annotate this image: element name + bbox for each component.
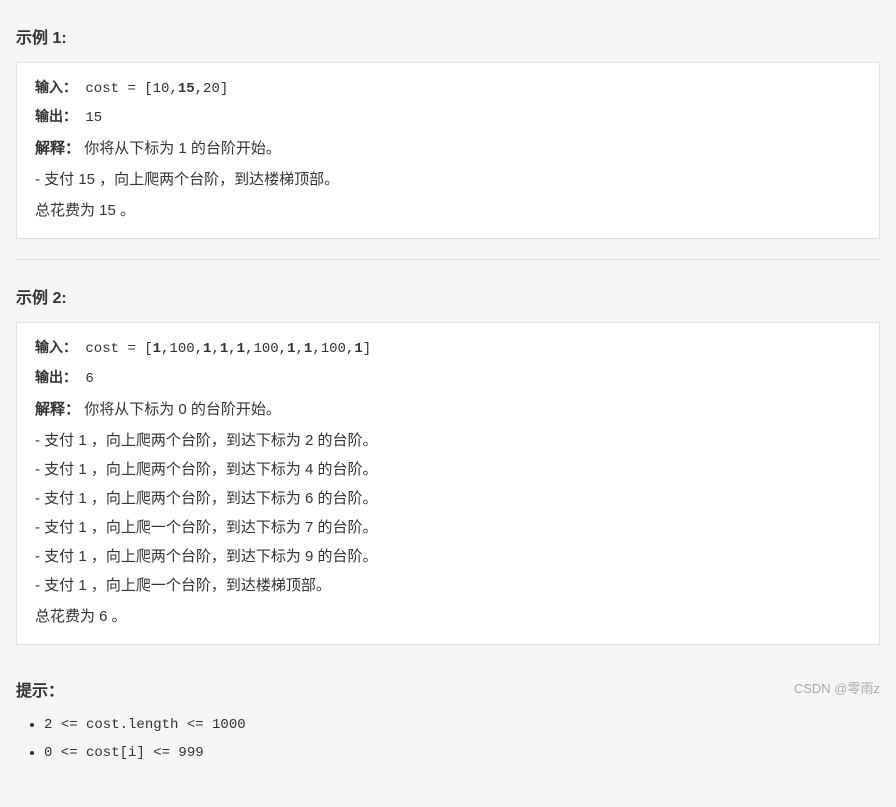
example2-explain-label: 解释： [35,401,80,418]
example2-detail3-text: - 支付 1 ，向上爬两个台阶，到达下标为 6 的台阶。 [35,490,378,507]
example2-input-code: cost = [1,100,1,1,1,100,1,1,100,1] [85,341,371,357]
hints-title-text: 提示： [16,683,64,700]
example1-input-code: cost = [10,15,20] [85,81,228,97]
example2-detail2: - 支付 1 ，向上爬两个台阶，到达下标为 4 的台阶。 [35,456,861,483]
example2-explain-line: 解释： 你将从下标为 0 的台阶开始。 [35,396,861,423]
example1-output-value: 15 [85,110,102,126]
example2-detail4: - 支付 1 ，向上爬一个台阶，到达下标为 7 的台阶。 [35,514,861,541]
hint-item1: 2 <= cost.length <= 1000 [44,711,880,739]
example1-total: 总花费为 15 。 [35,197,861,224]
example2-section: 示例 2: 输入： cost = [1,100,1,1,1,100,1,1,10… [16,276,880,644]
example1-total-text: 总花费为 15 。 [35,202,135,219]
example2-box: 输入： cost = [1,100,1,1,1,100,1,1,100,1] 输… [16,322,880,644]
example1-box: 输入： cost = [10,15,20] 输出： 15 解释： 你将从下标为 … [16,62,880,239]
example2-title: 示例 2: [16,276,880,316]
example1-title-text: 示例 1: [16,30,67,47]
example2-detail4-text: - 支付 1 ，向上爬一个台阶，到达下标为 7 的台阶。 [35,519,378,536]
example2-input-line: 输入： cost = [1,100,1,1,1,100,1,1,100,1] [35,337,861,362]
example2-detail2-text: - 支付 1 ，向上爬两个台阶，到达下标为 4 的台阶。 [35,461,378,478]
watermark-text: CSDN @零雨z [794,681,880,696]
example1-section: 示例 1: 输入： cost = [10,15,20] 输出： 15 解释： 你… [16,16,880,239]
example1-explain-label: 解释： [35,140,80,157]
hints-section: 提示： 2 <= cost.length <= 1000 0 <= cost[i… [16,669,880,767]
example1-input-label: 输入： [35,81,77,97]
example2-detail1: - 支付 1 ，向上爬两个台阶，到达下标为 2 的台阶。 [35,427,861,454]
example2-detail5: - 支付 1 ，向上爬两个台阶，到达下标为 9 的台阶。 [35,543,861,570]
example1-explain-text: 你将从下标为 1 的台阶开始。 [84,140,281,157]
watermark: CSDN @零雨z [794,678,880,697]
example2-title-text: 示例 2: [16,290,67,307]
example2-detail6-text: - 支付 1 ，向上爬一个台阶，到达楼梯顶部。 [35,577,331,594]
example2-output-label: 输出： [35,371,77,387]
example2-detail6: - 支付 1 ，向上爬一个台阶，到达楼梯顶部。 [35,572,861,599]
example2-output-line: 输出： 6 [35,367,861,392]
example2-detail3: - 支付 1 ，向上爬两个台阶，到达下标为 6 的台阶。 [35,485,861,512]
hint-item2-text: 0 <= cost[i] <= 999 [44,745,204,761]
example2-explain-text: 你将从下标为 0 的台阶开始。 [84,401,281,418]
example1-output-label: 输出： [35,110,77,126]
example1-explain-line: 解释： 你将从下标为 1 的台阶开始。 [35,135,861,162]
example1-detail1: - 支付 15 ，向上爬两个台阶，到达楼梯顶部。 [35,166,861,193]
example2-total: 总花费为 6 。 [35,603,861,630]
example1-title: 示例 1: [16,16,880,56]
page-container: 示例 1: 输入： cost = [10,15,20] 输出： 15 解释： 你… [0,0,896,807]
hint-item2: 0 <= cost[i] <= 999 [44,739,880,767]
example1-input-line: 输入： cost = [10,15,20] [35,77,861,102]
example2-input-label: 输入： [35,341,77,357]
example2-detail5-text: - 支付 1 ，向上爬两个台阶，到达下标为 9 的台阶。 [35,548,378,565]
example2-detail1-text: - 支付 1 ，向上爬两个台阶，到达下标为 2 的台阶。 [35,432,378,449]
example1-output-line: 输出： 15 [35,106,861,131]
hint-item1-text: 2 <= cost.length <= 1000 [44,717,246,733]
example2-output-value: 6 [85,371,93,387]
hints-title: 提示： [16,677,880,701]
example2-total-text: 总花费为 6 。 [35,608,127,625]
hints-list: 2 <= cost.length <= 1000 0 <= cost[i] <=… [16,711,880,767]
divider1 [16,259,880,260]
example1-detail1-text: - 支付 15 ，向上爬两个台阶，到达楼梯顶部。 [35,171,339,188]
